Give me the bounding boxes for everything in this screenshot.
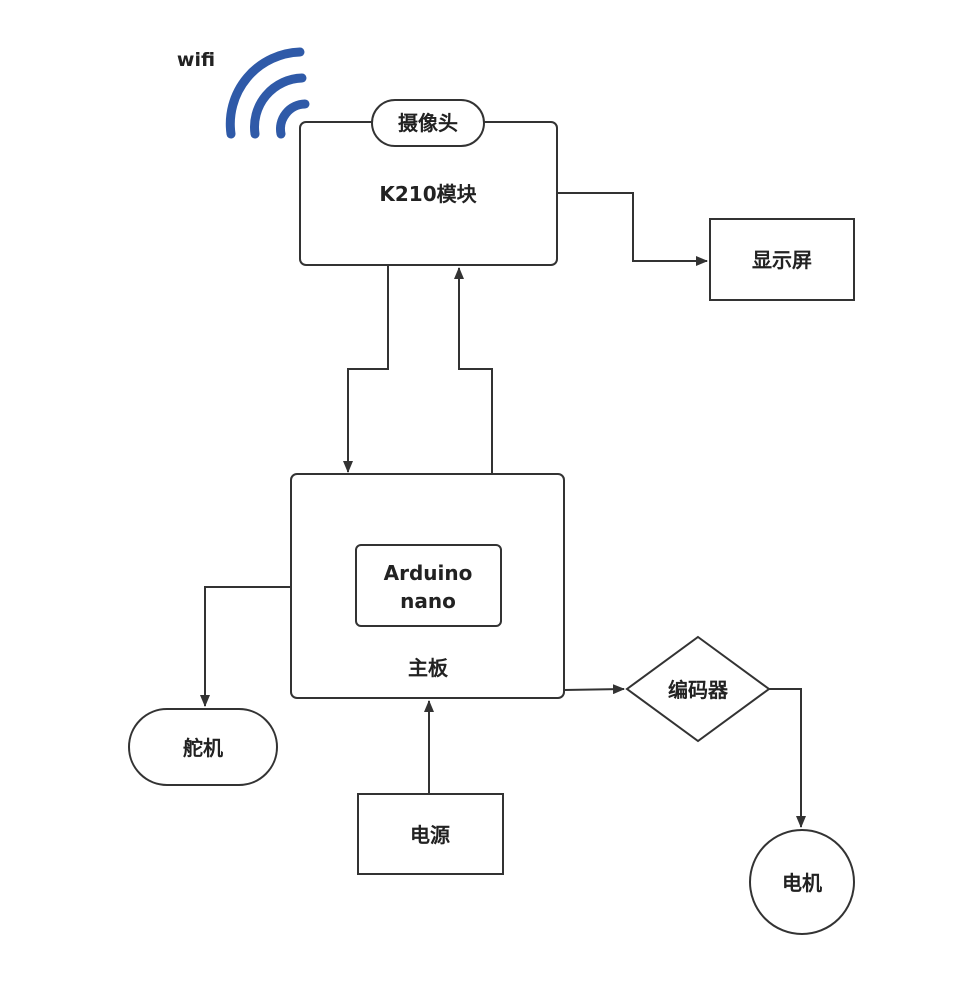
arduino-label-line2: nano xyxy=(400,589,456,613)
system-block-diagram: wifi K210模块 摄像头 显示屏 主板 Arduino nano 舵机 电… xyxy=(128,47,855,935)
mainboard-label: 主板 xyxy=(408,656,449,680)
k210-module-label: K210模块 xyxy=(379,182,477,206)
encoder-label: 编码器 xyxy=(668,678,729,702)
wifi-label: wifi xyxy=(177,49,215,71)
servo-label: 舵机 xyxy=(183,736,223,760)
arduino-label-line1: Arduino xyxy=(384,561,473,585)
camera-label: 摄像头 xyxy=(398,111,458,135)
edge-encoder-to-motor xyxy=(769,688,806,828)
power-label: 电源 xyxy=(410,823,450,847)
display-label: 显示屏 xyxy=(752,248,812,272)
arduino-nano-box xyxy=(355,544,502,627)
edge-k210-to-mainboard xyxy=(343,265,389,473)
edge-mainboard-to-k210 xyxy=(454,267,493,474)
edge-k210-to-display xyxy=(557,192,708,266)
edge-mainboard-to-encoder xyxy=(563,684,625,695)
wifi-icon xyxy=(225,47,310,139)
edge-mainboard-to-servo xyxy=(200,586,291,707)
motor-label: 电机 xyxy=(782,871,822,895)
